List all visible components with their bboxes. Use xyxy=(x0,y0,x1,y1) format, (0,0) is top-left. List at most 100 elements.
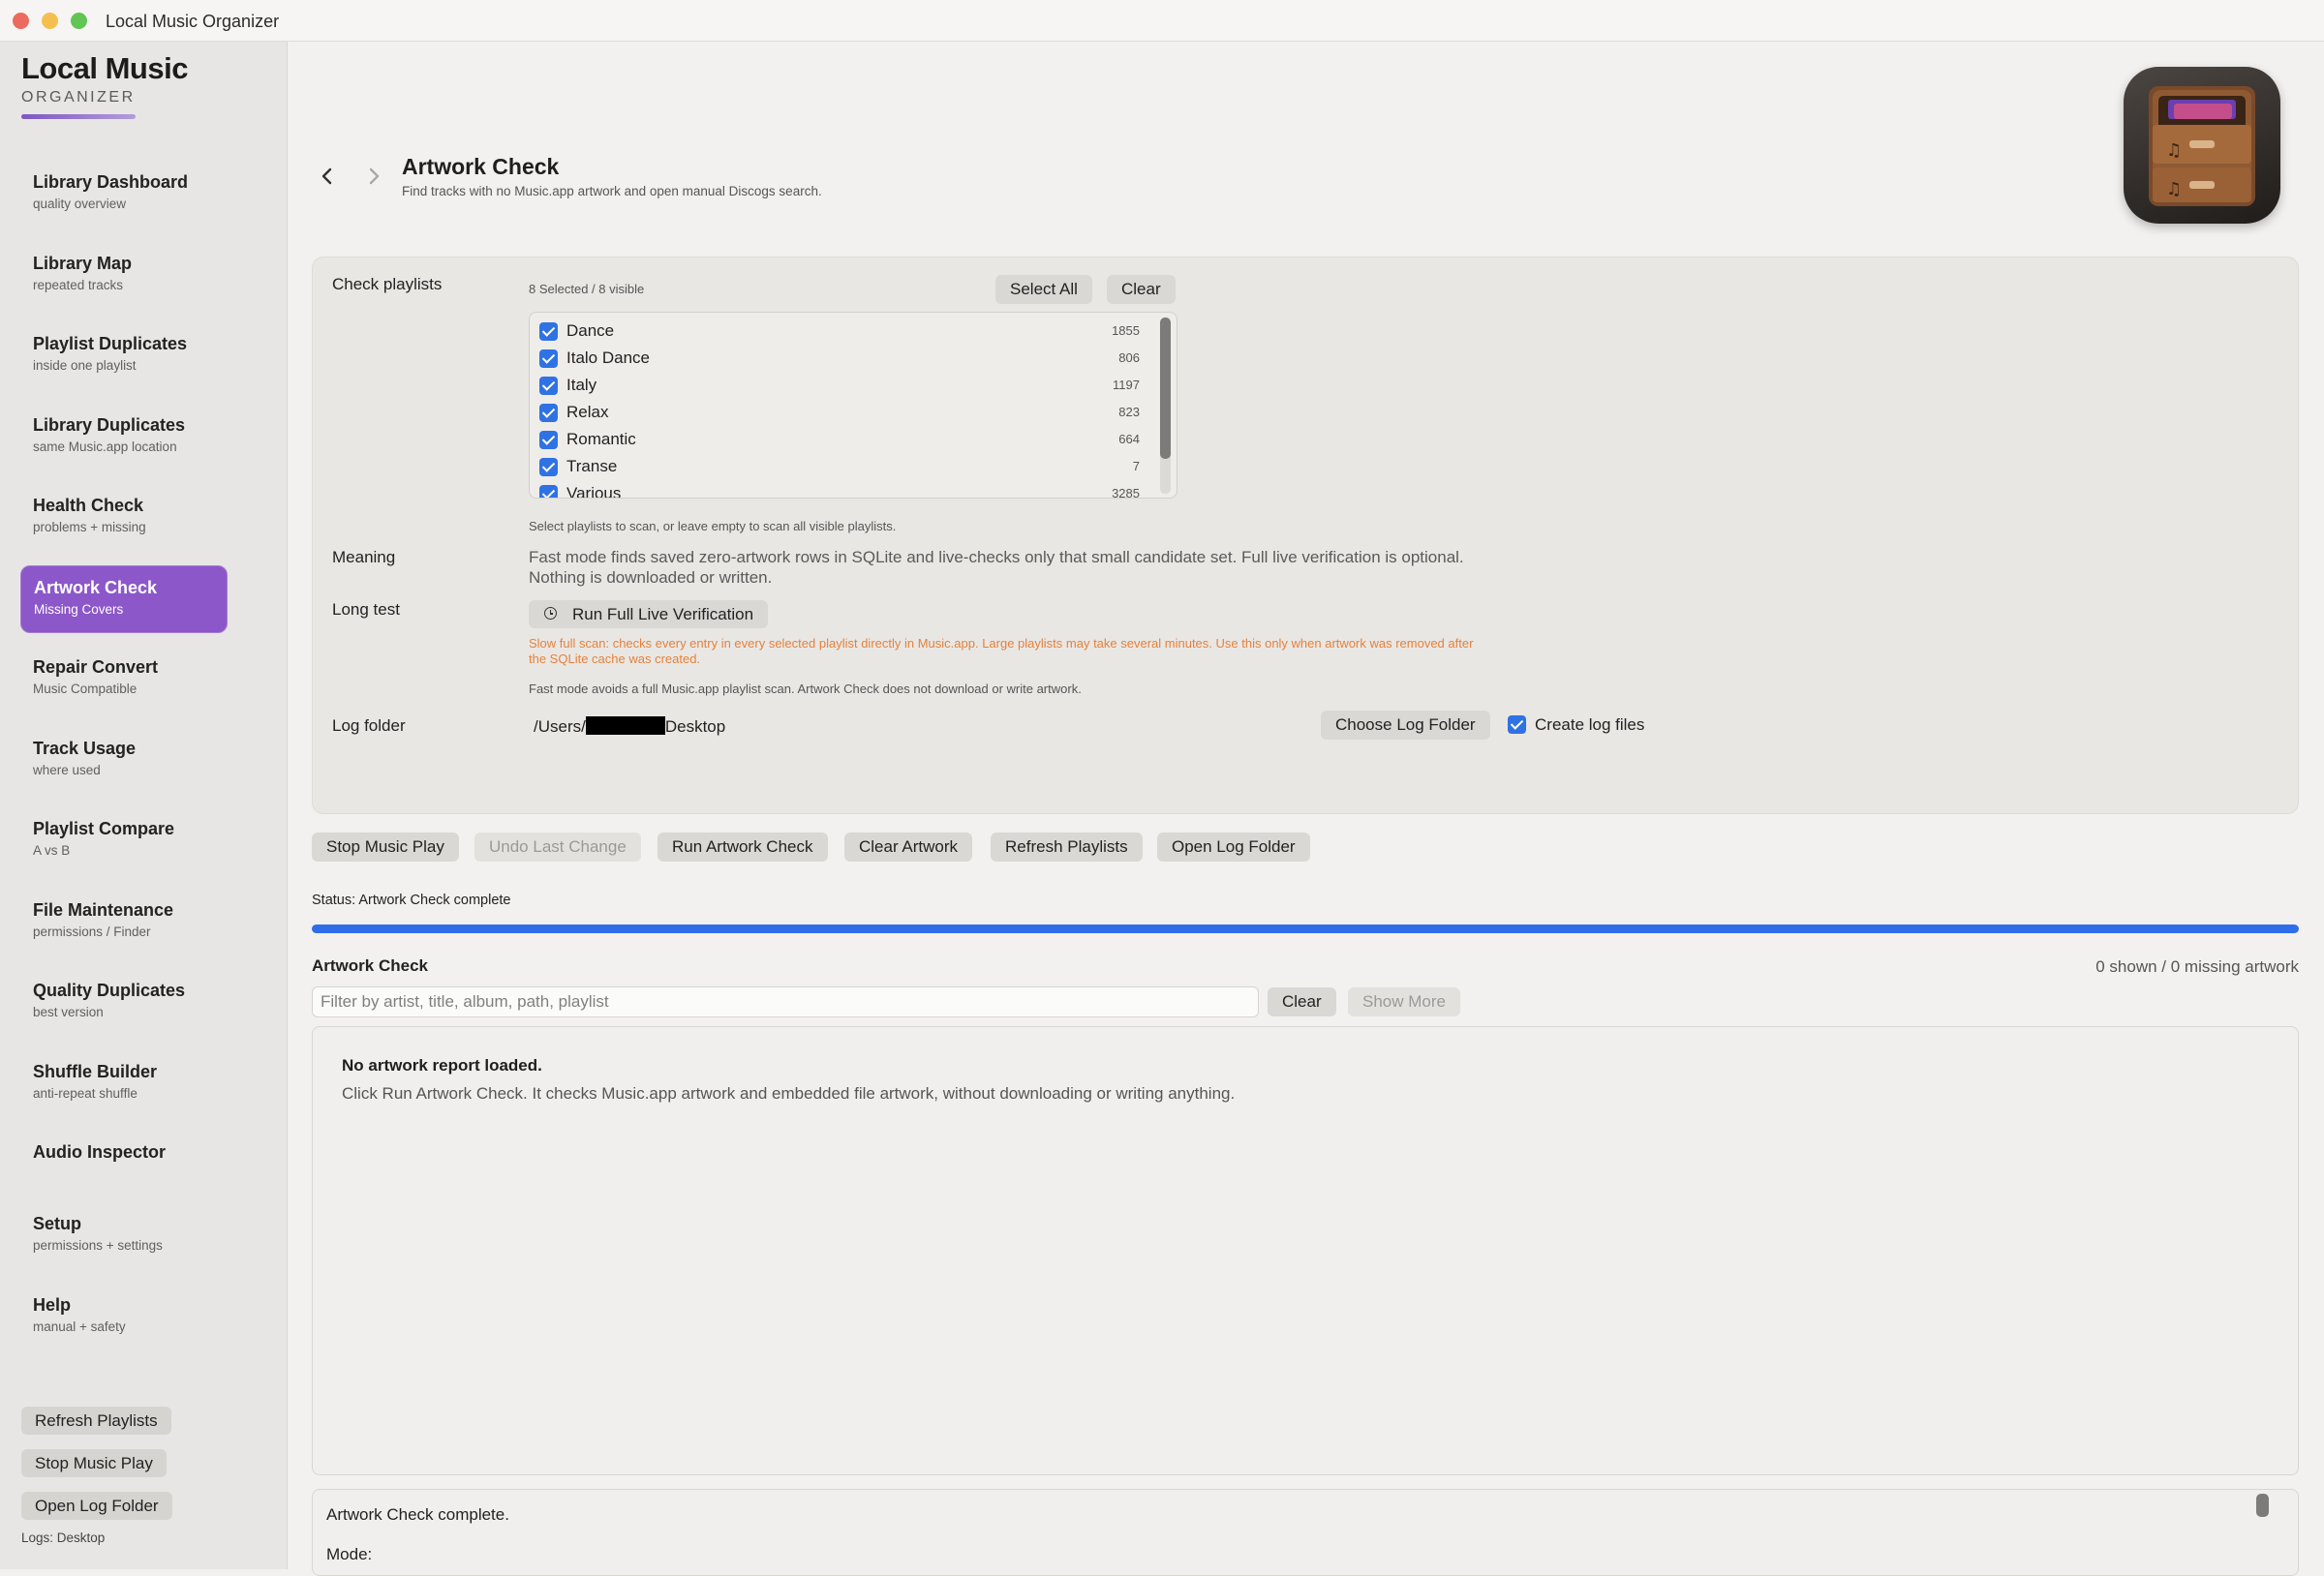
log-output[interactable] xyxy=(312,1489,2299,1576)
svg-text:♫: ♫ xyxy=(2166,140,2182,161)
sidebar-item-subtitle: anti-repeat shuffle xyxy=(33,1085,138,1101)
playlist-name: Various xyxy=(566,484,622,499)
checkbox-checked-icon[interactable] xyxy=(539,458,558,476)
chevron-right-icon[interactable] xyxy=(362,163,385,190)
playlist-count: 664 xyxy=(1118,432,1140,446)
app-icon: ♫ ♫ xyxy=(2124,67,2280,224)
clock-icon xyxy=(544,607,557,620)
meaning-label: Meaning xyxy=(332,548,396,566)
sidebar-item-library-duplicates[interactable]: Library Duplicates same Music.app locatio… xyxy=(20,404,228,471)
log-path-prefix: /Users/ xyxy=(534,717,586,736)
playlist-count: 823 xyxy=(1118,405,1140,419)
sidebar-item-subtitle: best version xyxy=(33,1005,104,1019)
selected-count: 8 Selected / 8 visible xyxy=(529,282,645,296)
sidebar-item-subtitle: where used xyxy=(33,762,101,777)
sidebar-item-quality-duplicates[interactable]: Quality Duplicates best version xyxy=(20,969,228,1037)
window-title: Local Music Organizer xyxy=(106,12,280,31)
checkbox-checked-icon[interactable] xyxy=(539,431,558,449)
sidebar-item-shuffle-builder[interactable]: Shuffle Builder anti-repeat shuffle xyxy=(20,1050,228,1118)
playlist-row[interactable]: Transe 7 xyxy=(539,456,1140,479)
sidebar-item-setup[interactable]: Setup permissions + settings xyxy=(20,1202,228,1270)
close-window-button[interactable] xyxy=(13,13,29,29)
playlist-count: 1855 xyxy=(1112,323,1140,338)
brand-title: Local Music xyxy=(21,51,188,85)
log-folder-label: Log folder xyxy=(332,716,406,735)
sidebar-item-playlist-duplicates[interactable]: Playlist Duplicates inside one playlist xyxy=(20,322,228,390)
sidebar-refresh-playlists-button[interactable]: Refresh Playlists xyxy=(21,1407,171,1435)
sidebar-item-title: Repair Convert xyxy=(33,657,159,677)
sidebar-item-file-maintenance[interactable]: File Maintenance permissions / Finder xyxy=(20,889,228,956)
empty-report-text: Click Run Artwork Check. It checks Music… xyxy=(342,1084,1236,1103)
run-full-live-verification-button[interactable]: Run Full Live Verification xyxy=(529,600,769,628)
checkbox-checked-icon[interactable] xyxy=(539,349,558,368)
sidebar-item-title: Health Check xyxy=(33,496,144,515)
sidebar-item-subtitle: A vs B xyxy=(33,843,71,858)
clear-selection-button[interactable]: Clear xyxy=(1107,275,1176,304)
undo-last-change-button[interactable]: Undo Last Change xyxy=(474,833,641,862)
sidebar-item-subtitle: repeated tracks xyxy=(33,277,124,292)
log-path-suffix: Desktop xyxy=(664,717,726,736)
checkbox-checked-icon[interactable] xyxy=(539,485,558,498)
slow-scan-warning: Slow full scan: checks every entry in ev… xyxy=(529,636,1474,666)
stop-music-play-button[interactable]: Stop Music Play xyxy=(312,833,459,862)
sidebar-item-audio-inspector[interactable]: Audio Inspector xyxy=(20,1131,228,1202)
sidebar-item-library-dashboard[interactable]: Library Dashboard quality overview xyxy=(20,161,228,228)
sidebar-item-subtitle: same Music.app location xyxy=(33,439,177,454)
chevron-left-icon[interactable] xyxy=(316,163,339,190)
playlist-row[interactable]: Romantic 664 xyxy=(539,429,1140,452)
playlist-count: 3285 xyxy=(1112,486,1140,499)
playlist-name: Italy xyxy=(566,376,597,394)
log-line: Mode: xyxy=(326,1545,373,1563)
log-line: Artwork Check complete. xyxy=(326,1505,509,1524)
sidebar-item-track-usage[interactable]: Track Usage where used xyxy=(20,727,228,795)
sidebar-item-playlist-compare[interactable]: Playlist Compare A vs B xyxy=(20,807,228,875)
playlist-row[interactable]: Relax 823 xyxy=(539,402,1140,425)
sidebar-item-subtitle: quality overview xyxy=(33,197,127,211)
zoom-window-button[interactable] xyxy=(71,13,87,29)
run-full-live-verification-label: Run Full Live Verification xyxy=(572,605,754,623)
sidebar-item-title: Track Usage xyxy=(33,738,137,758)
playlist-scrollbar-thumb[interactable] xyxy=(1160,318,1171,459)
sidebar-item-health-check[interactable]: Health Check problems + missing xyxy=(20,484,228,552)
refresh-playlists-button[interactable]: Refresh Playlists xyxy=(991,833,1143,862)
sidebar-open-log-folder-button[interactable]: Open Log Folder xyxy=(21,1492,172,1520)
playlist-name: Transe xyxy=(566,457,618,475)
checkbox-checked-icon[interactable] xyxy=(539,404,558,422)
checkbox-checked-icon[interactable] xyxy=(539,322,558,341)
checkbox-checked-icon[interactable] xyxy=(539,377,558,395)
playlist-count: 7 xyxy=(1132,459,1140,473)
status-text: Status: Artwork Check complete xyxy=(312,893,511,908)
show-more-button[interactable]: Show More xyxy=(1348,987,1460,1016)
run-artwork-check-button[interactable]: Run Artwork Check xyxy=(657,833,828,862)
playlist-row[interactable]: Various 3285 xyxy=(539,483,1140,499)
minimize-window-button[interactable] xyxy=(42,13,58,29)
playlist-row[interactable]: Italy 1197 xyxy=(539,375,1140,398)
sidebar-item-help[interactable]: Help manual + safety xyxy=(20,1284,228,1351)
sidebar-nav: Library Dashboard quality overview Librar… xyxy=(20,161,228,1364)
clear-artwork-button[interactable]: Clear Artwork xyxy=(844,833,973,862)
playlist-name: Dance xyxy=(566,321,615,340)
sidebar-item-subtitle: manual + safety xyxy=(33,1318,126,1334)
clear-filter-button[interactable]: Clear xyxy=(1268,987,1336,1016)
sidebar-item-subtitle: permissions + settings xyxy=(33,1238,163,1253)
playlist-row[interactable]: Dance 1855 xyxy=(539,320,1140,344)
choose-log-folder-button[interactable]: Choose Log Folder xyxy=(1321,711,1490,740)
open-log-folder-button[interactable]: Open Log Folder xyxy=(1157,833,1310,862)
cabinet-icon: ♫ ♫ xyxy=(2149,86,2255,206)
checkbox-checked-icon[interactable] xyxy=(1508,715,1526,734)
sidebar-item-artwork-check[interactable]: Artwork Check Missing Covers xyxy=(20,564,228,633)
sidebar-item-title: Quality Duplicates xyxy=(33,981,186,1000)
sidebar-item-title: Shuffle Builder xyxy=(33,1061,158,1081)
filter-input[interactable] xyxy=(312,986,1259,1017)
svg-text:♫: ♫ xyxy=(2166,179,2182,199)
sidebar-item-repair-convert[interactable]: Repair Convert Music Compatible xyxy=(20,646,228,713)
sidebar-stop-music-button[interactable]: Stop Music Play xyxy=(21,1449,167,1477)
playlist-row[interactable]: Italo Dance 806 xyxy=(539,348,1140,371)
log-scrollbar-thumb[interactable] xyxy=(2256,1494,2269,1517)
playlist-list[interactable]: Dance 1855 Italo Dance 806 Italy 1197 Relax… xyxy=(529,312,1177,499)
select-all-button[interactable]: Select All xyxy=(995,275,1092,304)
empty-report-title: No artwork report loaded. xyxy=(342,1056,542,1075)
sidebar-item-title: Library Duplicates xyxy=(33,414,186,435)
sidebar-item-title: File Maintenance xyxy=(33,899,174,920)
sidebar-item-library-map[interactable]: Library Map repeated tracks xyxy=(20,242,228,310)
